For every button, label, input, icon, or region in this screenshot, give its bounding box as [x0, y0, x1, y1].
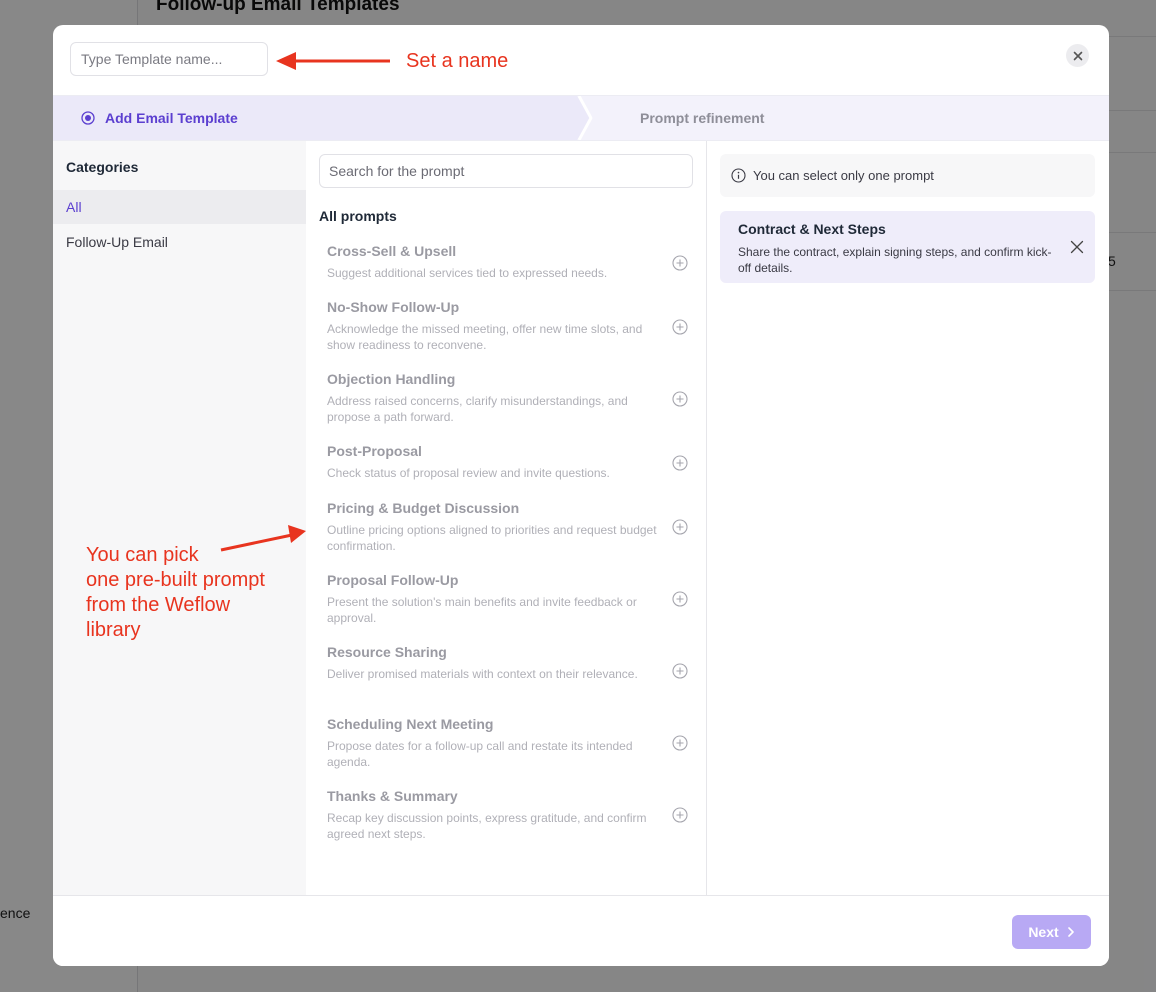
prompt-description: Address raised concerns, clarify misunde… — [327, 394, 628, 424]
prompt-item[interactable]: No-Show Follow-Up Acknowledge the missed… — [327, 299, 688, 353]
next-button[interactable]: Next — [1012, 915, 1091, 949]
plus-circle-icon[interactable] — [672, 391, 688, 407]
step-add-email-template[interactable]: Add Email Template — [53, 96, 593, 140]
prompts-panel: All prompts Cross-Sell & Upsell Suggest … — [306, 141, 706, 895]
prompt-description: Suggest additional services tied to expr… — [327, 266, 608, 280]
plus-circle-icon[interactable] — [672, 319, 688, 335]
selected-prompt-description: Share the contract, explain signing step… — [738, 245, 1052, 275]
prompt-title: Scheduling Next Meeting — [327, 716, 494, 732]
prompt-item[interactable]: Proposal Follow-Up Present the solution'… — [327, 572, 688, 626]
plus-circle-icon[interactable] — [672, 519, 688, 535]
prompt-description: Check status of proposal review and invi… — [327, 466, 610, 480]
categories-title: Categories — [66, 159, 139, 175]
prompt-title: Post-Proposal — [327, 443, 422, 459]
prompt-title: Cross-Sell & Upsell — [327, 243, 457, 259]
prompt-description: Outline pricing options aligned to prior… — [327, 523, 657, 553]
plus-circle-icon[interactable] — [672, 455, 688, 471]
prompt-description: Present the solution's main benefits and… — [327, 595, 637, 625]
prompt-title: Objection Handling — [327, 371, 456, 387]
step-prompt-refinement[interactable]: Prompt refinement — [640, 110, 764, 126]
category-item-follow-up-email[interactable]: Follow-Up Email — [53, 225, 306, 259]
radio-selected-icon — [81, 111, 95, 125]
plus-circle-icon[interactable] — [672, 255, 688, 271]
close-icon — [1073, 51, 1082, 60]
prompt-search-input[interactable] — [319, 154, 693, 188]
add-template-modal: Add Email Template Prompt refinement Cat… — [53, 25, 1109, 966]
step-label: Add Email Template — [105, 110, 238, 126]
prompt-description: Recap key discussion points, express gra… — [327, 811, 647, 841]
info-icon — [731, 168, 746, 183]
info-text: You can select only one prompt — [753, 168, 934, 183]
stepper: Add Email Template Prompt refinement — [53, 95, 1109, 141]
selected-prompt-title: Contract & Next Steps — [738, 221, 886, 237]
prompt-item[interactable]: Post-Proposal Check status of proposal r… — [327, 443, 688, 481]
prompt-item[interactable]: Resource Sharing Deliver promised materi… — [327, 644, 688, 682]
category-item-all[interactable]: All — [53, 190, 306, 224]
prompt-item[interactable]: Thanks & Summary Recap key discussion po… — [327, 788, 688, 842]
prompt-title: No-Show Follow-Up — [327, 299, 460, 315]
step-chevron-icon — [577, 96, 593, 140]
next-button-label: Next — [1028, 924, 1059, 940]
chevron-right-icon — [1067, 927, 1074, 937]
plus-circle-icon[interactable] — [672, 807, 688, 823]
annotation-set-name: Set a name — [406, 50, 509, 72]
prompt-item[interactable]: Cross-Sell & Upsell Suggest additional s… — [327, 243, 688, 281]
prompt-title: Resource Sharing — [327, 644, 447, 660]
modal-footer: Next — [53, 895, 1109, 966]
prompt-title: Thanks & Summary — [327, 788, 458, 804]
x-icon[interactable] — [1069, 239, 1085, 255]
info-notice: You can select only one prompt — [720, 154, 1095, 197]
plus-circle-icon[interactable] — [672, 591, 688, 607]
close-button[interactable] — [1066, 44, 1089, 67]
categories-panel: Categories All Follow-Up Email — [53, 141, 306, 895]
plus-circle-icon[interactable] — [672, 735, 688, 751]
plus-circle-icon[interactable] — [672, 663, 688, 679]
prompts-heading: All prompts — [319, 208, 397, 224]
prompt-title: Pricing & Budget Discussion — [327, 500, 520, 516]
selected-prompt-card: Contract & Next Steps Share the contract… — [720, 211, 1095, 283]
prompt-description: Propose dates for a follow-up call and r… — [327, 739, 633, 769]
selected-prompt-panel: You can select only one prompt Contract … — [707, 141, 1109, 895]
prompt-description: Acknowledge the missed meeting, offer ne… — [327, 322, 643, 352]
prompt-description: Deliver promised materials with context … — [327, 667, 638, 681]
prompt-title: Proposal Follow-Up — [327, 572, 459, 588]
prompt-item[interactable]: Pricing & Budget Discussion Outline pric… — [327, 500, 688, 554]
template-name-input[interactable] — [70, 42, 268, 76]
prompt-item[interactable]: Scheduling Next Meeting Propose dates fo… — [327, 716, 688, 770]
prompt-item[interactable]: Objection Handling Address raised concer… — [327, 371, 688, 425]
annotation-pick-prompt: You can pick one pre-built prompt from t… — [86, 544, 265, 641]
